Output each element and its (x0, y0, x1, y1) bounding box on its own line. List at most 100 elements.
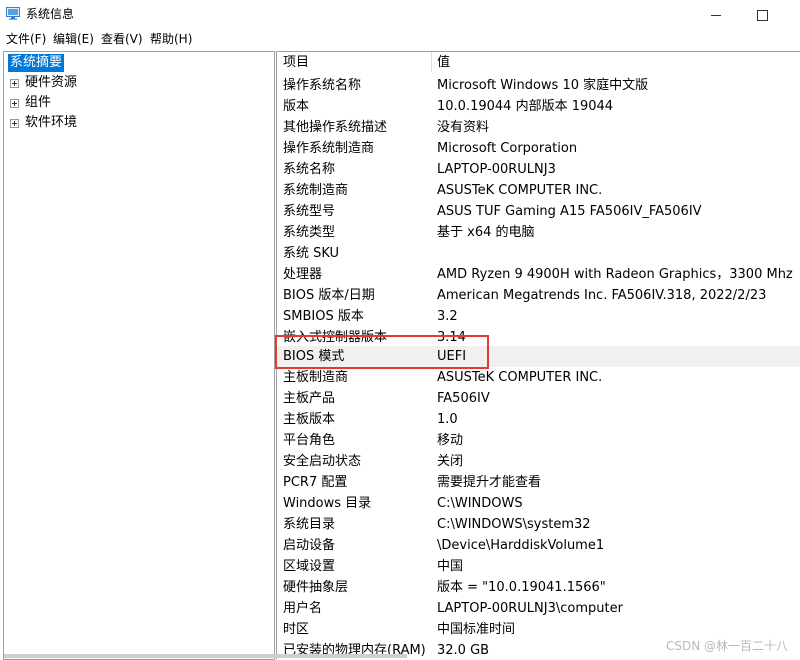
table-row[interactable]: 区域设置 中国 (277, 556, 800, 577)
menu-view[interactable]: 查看(V) (101, 31, 143, 47)
column-header-item[interactable]: 项目 (283, 52, 309, 72)
row-key: 操作系统制造商 (283, 141, 375, 156)
row-value: 3.2 (437, 309, 458, 324)
table-row[interactable]: 操作系统名称 Microsoft Windows 10 家庭中文版 (277, 75, 800, 96)
tree-item-hardware-resources[interactable]: 硬件资源 (8, 73, 77, 93)
column-header-value[interactable]: 值 (437, 52, 450, 72)
maximize-icon (756, 9, 768, 21)
annotation-highlight-box (275, 335, 489, 369)
category-tree[interactable]: 系统摘要 硬件资源 组件 软件环境 (3, 51, 275, 660)
watermark: CSDN @林一百二十八 (665, 639, 788, 653)
table-row[interactable]: 系统制造商 ASUSTeK COMPUTER INC. (277, 180, 800, 201)
row-key: 系统 SKU (283, 246, 340, 261)
tree-item-label: 组件 (25, 95, 52, 110)
right-horizontal-scrollbar[interactable] (107, 654, 407, 658)
table-row[interactable]: 系统名称 LAPTOP-00RULNJ3 (277, 159, 800, 180)
row-value: 没有资料 (437, 120, 490, 135)
table-row[interactable]: 其他操作系统描述 没有资料 (277, 117, 800, 138)
table-row[interactable]: 处理器 AMD Ryzen 9 4900H with Radeon Graphic… (277, 264, 800, 285)
row-value: 中国标准时间 (437, 622, 516, 637)
row-key: Windows 目录 (283, 496, 372, 511)
menu-file[interactable]: 文件(F) (6, 31, 46, 47)
row-key: 区域设置 (283, 559, 336, 574)
table-row[interactable]: 主板产品 FA506IV (277, 388, 800, 409)
row-value: ASUS TUF Gaming A15 FA506IV_FA506IV (437, 204, 702, 219)
row-key: 系统目录 (283, 517, 336, 532)
row-value: Microsoft Windows 10 家庭中文版 (437, 78, 649, 93)
row-value: LAPTOP-00RULNJ3 (437, 162, 556, 177)
row-value: C:\WINDOWS (437, 496, 523, 511)
row-value: 32.0 GB (437, 643, 490, 658)
row-key: 主板产品 (283, 391, 336, 406)
maximize-button[interactable] (739, 0, 785, 30)
row-value: ASUSTeK COMPUTER INC. (437, 370, 603, 385)
row-key: 主板版本 (283, 412, 336, 427)
row-value: 10.0.19044 内部版本 19044 (437, 99, 614, 114)
table-row[interactable]: 主板版本 1.0 (277, 409, 800, 430)
row-key: 系统型号 (283, 204, 336, 219)
row-key: 平台角色 (283, 433, 336, 448)
table-row[interactable]: 操作系统制造商 Microsoft Corporation (277, 138, 800, 159)
row-value: ASUSTeK COMPUTER INC. (437, 183, 603, 198)
row-value: 1.0 (437, 412, 458, 427)
tree-item-software-environment[interactable]: 软件环境 (8, 113, 77, 133)
row-key: SMBIOS 版本 (283, 309, 364, 324)
row-key: 安全启动状态 (283, 454, 362, 469)
tree-item-label: 硬件资源 (25, 75, 78, 90)
row-key: 启动设备 (283, 538, 336, 553)
tree-item-label: 软件环境 (25, 115, 78, 130)
tree-item-components[interactable]: 组件 (8, 93, 51, 113)
minimize-button[interactable] (693, 0, 739, 30)
menu-edit[interactable]: 编辑(E) (53, 31, 94, 47)
row-key: 版本 (283, 99, 310, 114)
row-key: 主板制造商 (283, 370, 349, 385)
row-key: 用户名 (283, 601, 323, 616)
table-row[interactable]: 平台角色 移动 (277, 430, 800, 451)
table-row[interactable]: 硬件抽象层 版本 = "10.0.19041.1566" (277, 577, 800, 598)
system-info-icon (6, 7, 20, 20)
row-key: 系统名称 (283, 162, 336, 177)
table-row[interactable]: 系统类型 基于 x64 的电脑 (277, 222, 800, 243)
menu-bar: 文件(F) 编辑(E) 查看(V) 帮助(H) (0, 30, 800, 49)
table-row[interactable]: Windows 目录 C:\WINDOWS (277, 493, 800, 514)
window-title: 系统信息 (26, 7, 75, 21)
row-value: LAPTOP-00RULNJ3\computer (437, 601, 623, 616)
table-row[interactable]: PCR7 配置 需要提升才能查看 (277, 472, 800, 493)
title-bar: 系统信息 (0, 0, 800, 30)
expand-icon[interactable] (10, 118, 19, 128)
row-value: 移动 (437, 433, 464, 448)
row-key: 系统类型 (283, 225, 336, 240)
menu-help[interactable]: 帮助(H) (150, 31, 192, 47)
table-row[interactable]: 主板制造商 ASUSTeK COMPUTER INC. (277, 367, 800, 388)
row-key: 时区 (283, 622, 310, 637)
row-key: BIOS 版本/日期 (283, 288, 375, 303)
row-value: AMD Ryzen 9 4900H with Radeon Graphics，3… (437, 267, 793, 282)
table-row[interactable]: 系统目录 C:\WINDOWS\system32 (277, 514, 800, 535)
table-row[interactable]: 系统型号 ASUS TUF Gaming A15 FA506IV_FA506IV (277, 201, 800, 222)
table-row[interactable]: 系统 SKU (277, 243, 800, 264)
row-value: 版本 = "10.0.19041.1566" (437, 580, 606, 595)
row-key: 处理器 (283, 267, 323, 282)
row-value: American Megatrends Inc. FA506IV.318, 20… (437, 288, 767, 303)
expand-icon[interactable] (10, 98, 19, 108)
row-value: 关闭 (437, 454, 464, 469)
row-value: C:\WINDOWS\system32 (437, 517, 591, 532)
tree-item-system-summary[interactable]: 系统摘要 (8, 54, 65, 72)
table-row[interactable]: 安全启动状态 关闭 (277, 451, 800, 472)
row-key: 系统制造商 (283, 183, 349, 198)
table-row[interactable]: 版本 10.0.19044 内部版本 19044 (277, 96, 800, 117)
row-key: PCR7 配置 (283, 475, 348, 490)
expand-icon[interactable] (10, 78, 19, 88)
row-value: Microsoft Corporation (437, 141, 578, 156)
table-row[interactable]: SMBIOS 版本 3.2 (277, 306, 800, 327)
row-key: 硬件抽象层 (283, 580, 349, 595)
row-value: 需要提升才能查看 (437, 475, 542, 490)
table-row[interactable]: BIOS 版本/日期 American Megatrends Inc. FA506… (277, 285, 800, 306)
minimize-icon (711, 14, 721, 16)
row-value: \Device\HarddiskVolume1 (437, 538, 605, 553)
row-key: 操作系统名称 (283, 78, 362, 93)
column-divider[interactable] (431, 52, 432, 72)
table-row[interactable]: 用户名 LAPTOP-00RULNJ3\computer (277, 598, 800, 619)
table-row[interactable]: 启动设备 \Device\HarddiskVolume1 (277, 535, 800, 556)
row-key: 其他操作系统描述 (283, 120, 388, 135)
